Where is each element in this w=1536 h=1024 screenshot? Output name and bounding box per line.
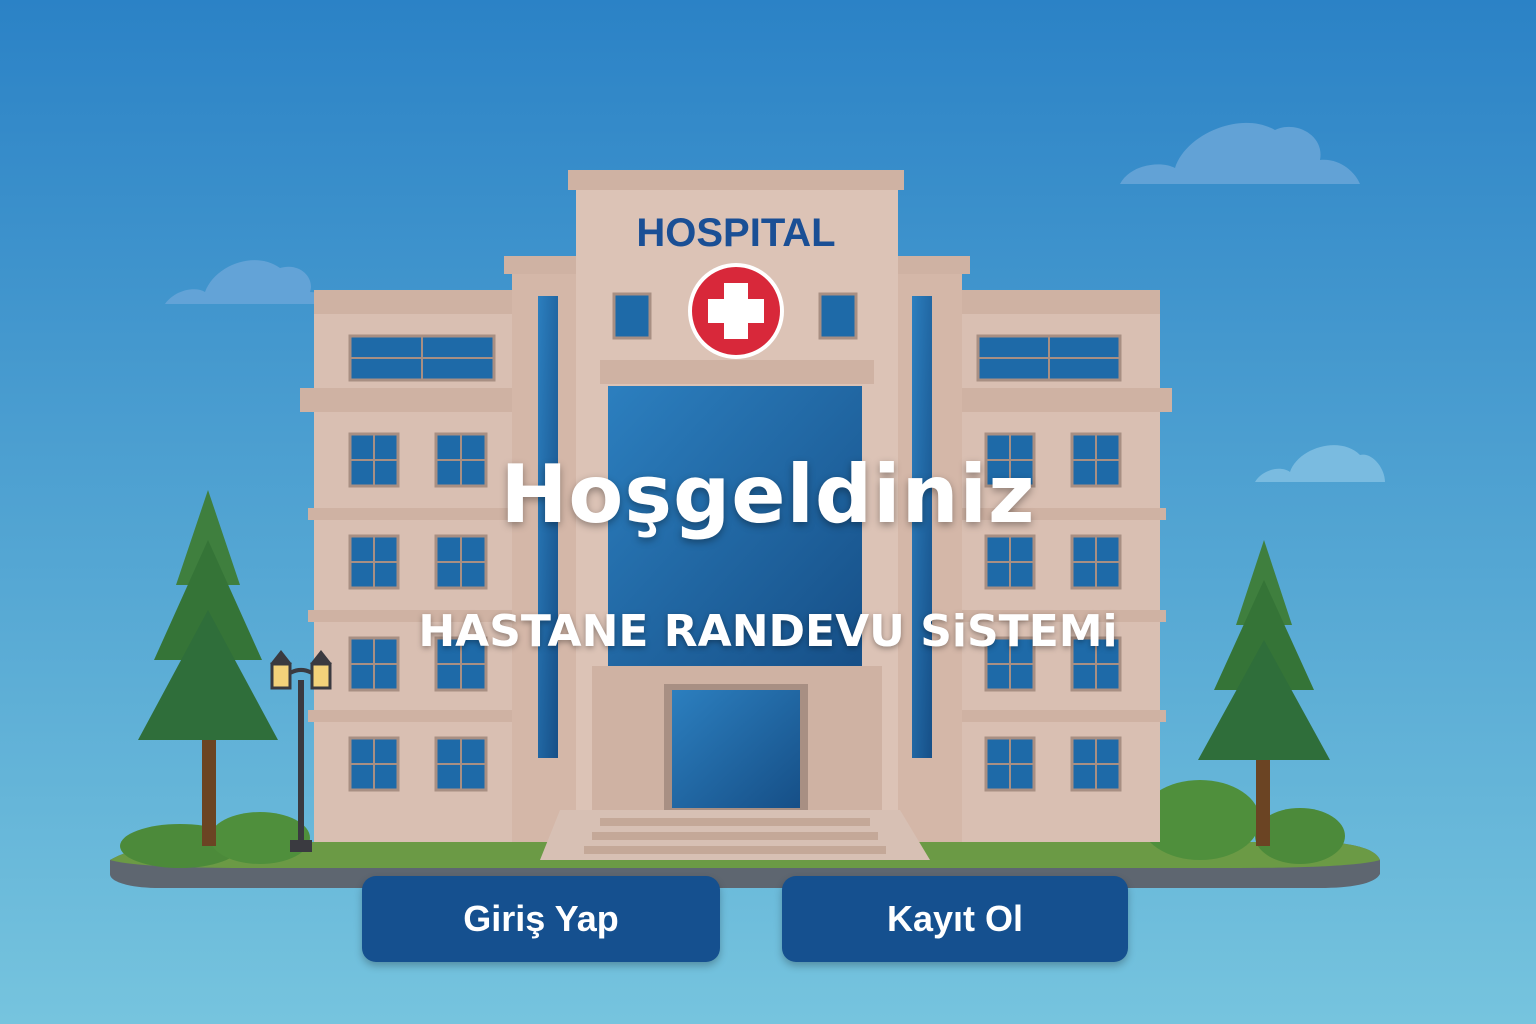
login-button[interactable]: Giriş Yap — [362, 876, 720, 962]
medical-cross-icon — [688, 263, 784, 359]
register-button[interactable]: Kayıt Ol — [782, 876, 1128, 962]
hospital-sign: HOSPITAL — [636, 211, 835, 255]
system-subtitle: HASTANE RANDEVU SiSTEMi — [418, 606, 1118, 657]
tower-window — [612, 292, 652, 340]
welcome-title: Hoşgeldiniz — [500, 448, 1036, 541]
tower-window — [818, 292, 858, 340]
